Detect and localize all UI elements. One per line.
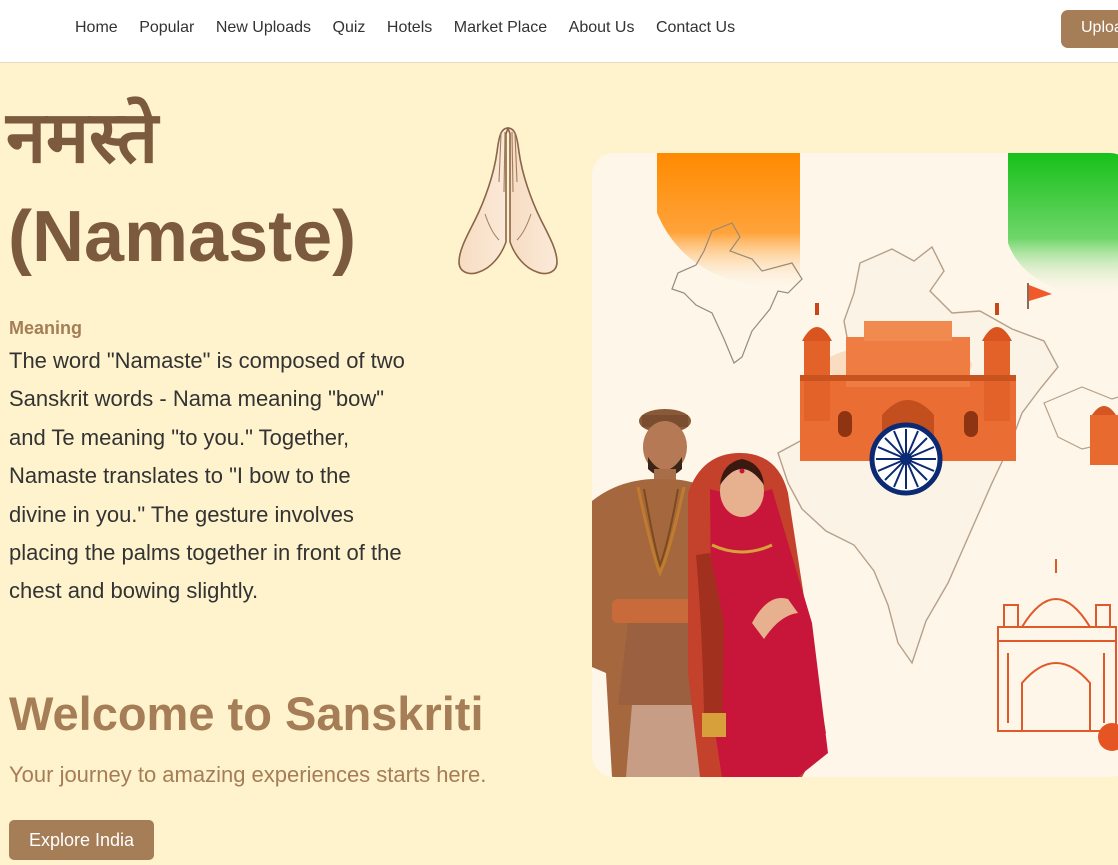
nav-link-popular[interactable]: Popular bbox=[139, 18, 194, 38]
meaning-label: Meaning bbox=[9, 318, 83, 338]
tagline: Your journey to amazing experiences star… bbox=[9, 762, 487, 787]
nav-links: Home Popular New Uploads Quiz Hotels Mar… bbox=[75, 18, 757, 38]
hindi-title: नमस्ते bbox=[6, 95, 159, 179]
side-fort-illustration bbox=[1090, 406, 1118, 465]
illustration-graphic bbox=[592, 153, 1118, 777]
explore-india-button[interactable]: Explore India bbox=[9, 820, 154, 860]
nav-link-about-us[interactable]: About Us bbox=[569, 18, 635, 38]
nav-link-hotels[interactable]: Hotels bbox=[387, 18, 432, 38]
top-navbar: Home Popular New Uploads Quiz Hotels Mar… bbox=[0, 0, 1118, 63]
nav-link-home[interactable]: Home bbox=[75, 18, 118, 38]
nav-link-contact-us[interactable]: Contact Us bbox=[656, 18, 735, 38]
meaning-text: The word "Namaste" is composed of two Sa… bbox=[9, 348, 405, 604]
latin-title: (Namaste) bbox=[8, 197, 357, 277]
india-culture-illustration bbox=[592, 153, 1118, 777]
nav-link-new-uploads[interactable]: New Uploads bbox=[216, 18, 311, 38]
upload-button[interactable]: Upload bbox=[1061, 10, 1118, 48]
nav-link-quiz[interactable]: Quiz bbox=[333, 18, 366, 38]
welcome-title: Welcome to Sanskriti bbox=[9, 687, 484, 740]
ashoka-chakra-icon bbox=[869, 422, 943, 496]
nav-link-market-place[interactable]: Market Place bbox=[454, 18, 547, 38]
praying-hands-icon bbox=[458, 127, 558, 275]
